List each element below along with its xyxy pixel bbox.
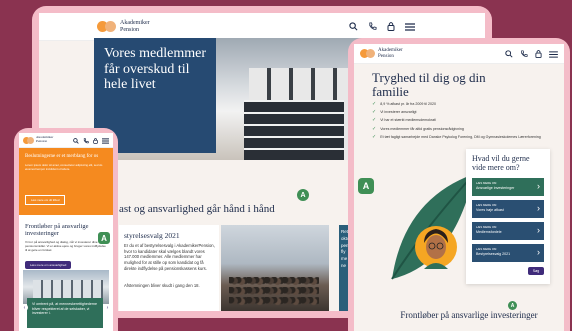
phone-section-title: Frontløber på ansvarlige investeringer	[25, 223, 89, 238]
section-title: ast og ansvarlighed går hånd i hånd	[119, 203, 275, 215]
phone-green-card-text: Vi omtrent på, at menneskerettighederne …	[32, 302, 98, 316]
checklist-item: ✓ Vi investerer ansvarligt	[372, 109, 417, 116]
checklist-item: ✓ Vores medlemmer får altid gratis pensio…	[372, 125, 464, 132]
check-icon: ✓	[372, 133, 377, 140]
phone-logo-line2: Pension	[36, 139, 48, 143]
panel-item-ansvarlige[interactable]: Læs mere om Ansvarlige investeringer ›	[472, 177, 544, 196]
accessibility-badge[interactable]: A	[297, 189, 309, 201]
search-icon[interactable]	[73, 133, 79, 149]
check-icon: ✓	[372, 101, 377, 107]
phone-section-button[interactable]: Læs mere om ansvarlighed	[25, 261, 72, 269]
accessibility-badge[interactable]: A	[508, 301, 517, 310]
menu-icon[interactable]	[102, 133, 109, 149]
check-icon: ✓	[372, 125, 377, 132]
phone-screen: Akademiker Pension Beslutningerne er et m…	[19, 133, 113, 331]
tablet-logo-line1: Akademiker	[378, 48, 403, 54]
phone-section-text: Vi tror på ansvarlighed og dialog, når v…	[25, 240, 106, 253]
chevron-right-icon: ›	[537, 224, 540, 235]
panel-item-medlemsfordele[interactable]: Læs mere om Medlemsfordele ›	[472, 221, 544, 240]
tablet-bottom-title: Frontløber på ansvarlige investeringer	[400, 310, 538, 320]
lock-icon[interactable]	[535, 45, 542, 63]
phone-orange-title: Beslutningerne er et merblang for os	[25, 154, 99, 159]
hero-title: Vores medlemmer får overskud til hele li…	[104, 46, 206, 93]
search-icon[interactable]	[349, 18, 358, 36]
logo-line2: Pension	[120, 26, 140, 33]
chevron-right-icon: ›	[537, 180, 540, 191]
check-icon: ✓	[372, 117, 377, 124]
phone-green-card[interactable]: Vi omtrent på, at menneskerettighederne …	[27, 298, 103, 328]
panel-item-afkast[interactable]: Læs mere om Vores høje afkast ›	[472, 199, 544, 218]
lock-icon[interactable]	[387, 18, 395, 36]
news-card[interactable]: styrelsesvalg 2021 Er du et af bestyrels…	[119, 225, 219, 311]
lock-icon[interactable]	[93, 133, 98, 149]
more-info-panel: Hvad vil du gerne vide mere om? Læs mere…	[466, 149, 550, 284]
arrow-right-icon[interactable]: ›	[104, 304, 111, 311]
phone-icon[interactable]	[83, 133, 89, 149]
phone-orange-hero: Beslutningerne er et merblang for os Lor…	[19, 148, 113, 215]
menu-icon[interactable]	[405, 18, 415, 36]
tablet-title: Tryghed til dig og din familie	[372, 70, 486, 100]
phone-orange-button[interactable]: Læs mere om dit tilbud	[25, 194, 66, 205]
search-icon[interactable]	[505, 45, 513, 63]
panel-item-bestyrelsesvalg[interactable]: Læs mere om Bestyrelsesvalg 2021 ›	[472, 243, 544, 262]
check-icon: ✓	[372, 109, 377, 116]
phone-device-frame: Akademiker Pension Beslutningerne er et m…	[14, 128, 118, 331]
checklist-item: ✓ Vi har et stærkt medlemsdemokrati	[372, 117, 436, 124]
more-info-title: Hvad vil du gerne vide mere om?	[472, 154, 530, 172]
news-card-text: Er du et af bestyrelsesvalg i Akademiker…	[124, 243, 215, 271]
logo-line1: Akademiker	[120, 20, 150, 27]
news-card-title: styrelsesvalg 2021	[124, 231, 180, 240]
accessibility-badge[interactable]: A	[358, 178, 374, 194]
tablet-screen: Akademiker Pension Tryghed til dig og din…	[354, 44, 564, 331]
chevron-right-icon: ›	[537, 202, 540, 213]
chevron-right-icon: ›	[537, 246, 540, 257]
checklist-item: ✓ 8,9 % afkast pr. år fra 2009 til 2020	[372, 101, 436, 107]
tablet-logo[interactable]: Akademiker Pension	[360, 48, 403, 59]
news-card-text2: Afstemningen bliver skudt i gang den 18.	[124, 283, 200, 288]
menu-icon[interactable]	[549, 45, 558, 63]
arrow-left-icon[interactable]: ‹	[21, 304, 28, 311]
phone-icon[interactable]	[368, 18, 377, 36]
logo[interactable]: Akademiker Pension	[97, 20, 150, 33]
benefit-checklist: ✓ 8,9 % afkast pr. år fra 2009 til 2020 ✓…	[372, 102, 562, 143]
tablet-device-frame: Akademiker Pension Tryghed til dig og din…	[348, 38, 570, 331]
phone-icon[interactable]	[520, 45, 528, 63]
panel-search-button[interactable]: Søg	[528, 266, 544, 275]
news-card-photo	[221, 225, 329, 311]
checklist-item: ✓ Et tæt fagligt samarbejde med Danske Ps…	[372, 133, 541, 140]
phone-orange-text: Lorem ipsum dolor sit amet, consectetur …	[25, 163, 103, 171]
tablet-logo-line2: Pension	[378, 53, 394, 59]
phone-logo[interactable]: Akademiker Pension	[23, 136, 53, 144]
